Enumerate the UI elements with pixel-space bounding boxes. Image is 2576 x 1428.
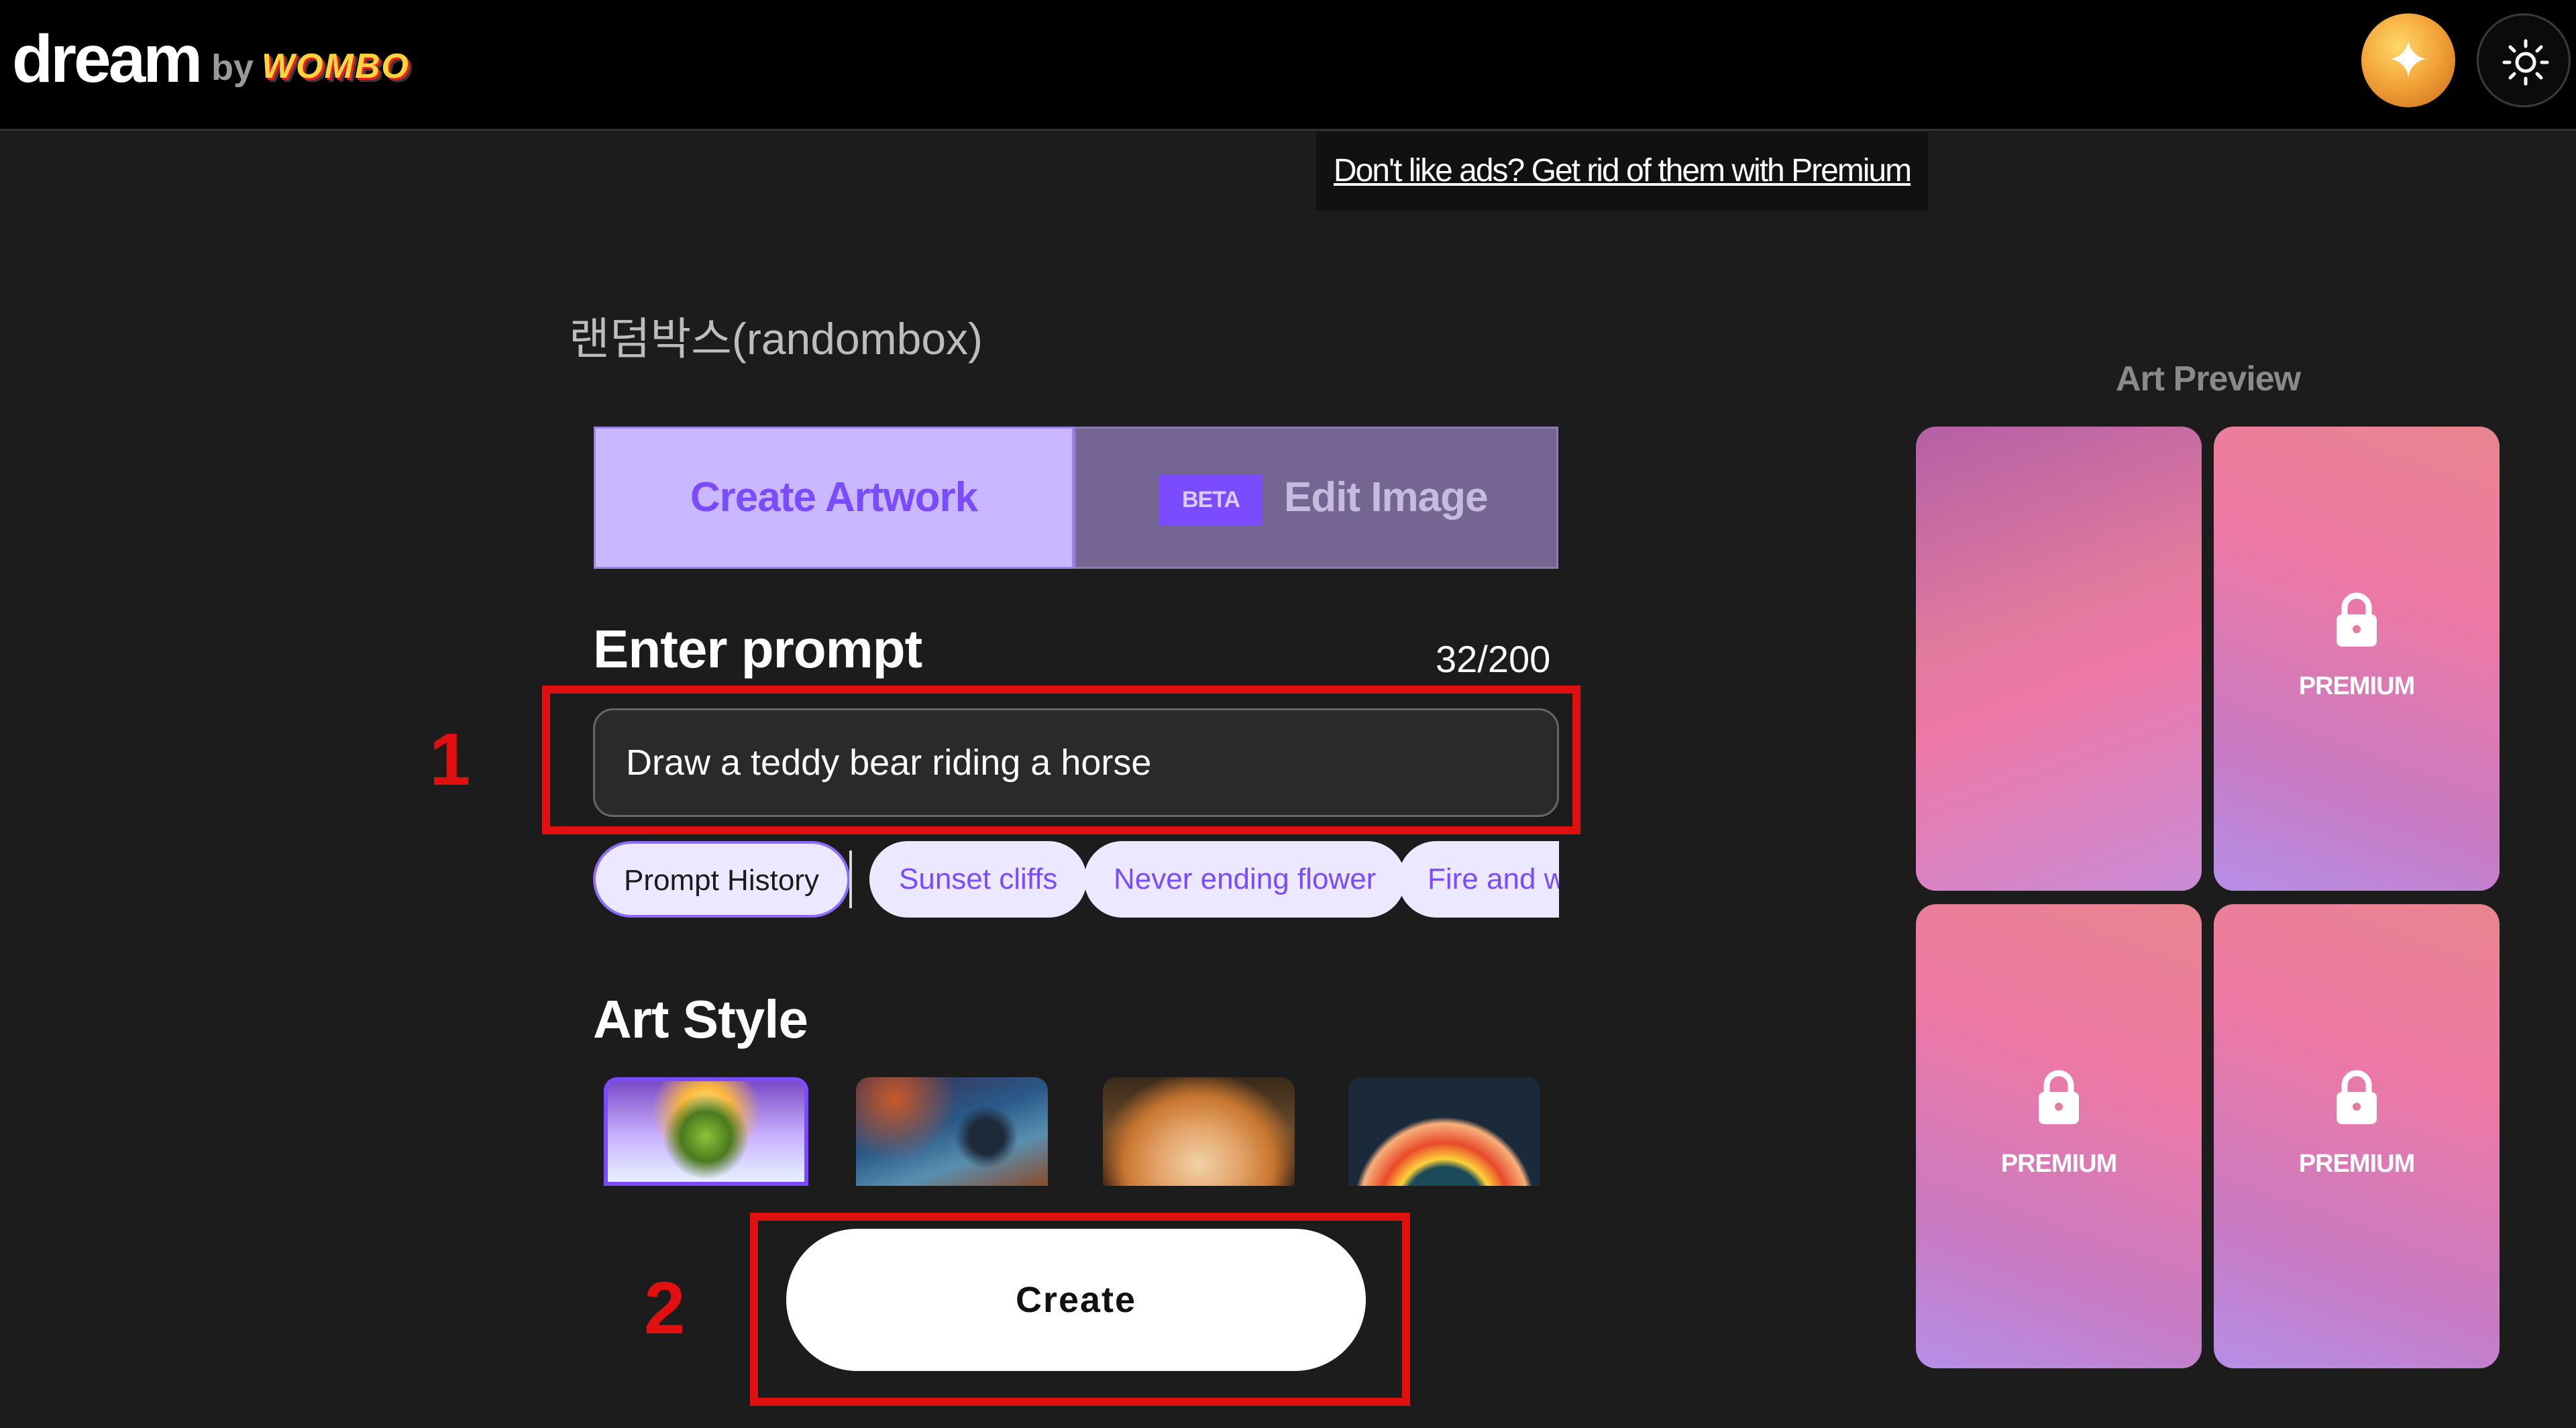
suggestion-chip[interactable]: Sunset cliffs	[869, 841, 1087, 918]
art-style-heading: Art Style	[593, 989, 808, 1049]
art-style-thumbnail[interactable]	[1103, 1077, 1295, 1186]
tab-edit-image[interactable]: BETA Edit Image	[1074, 427, 1558, 569]
avatar[interactable]: ✦	[2361, 13, 2455, 107]
beta-badge: BETA	[1159, 474, 1263, 525]
suggestion-chip[interactable]: Fire and water	[1398, 841, 1559, 918]
preview-card-premium[interactable]: PREMIUM	[2214, 427, 2500, 891]
page-title: 랜덤박스(randombox)	[569, 314, 983, 364]
art-style-thumbnail[interactable]	[1348, 1077, 1540, 1186]
annotation-number-1: 1	[429, 718, 471, 801]
top-header: dream by WOMBO ✦	[0, 0, 2576, 131]
preview-card-premium[interactable]: PREMIUM	[2214, 904, 2500, 1368]
character-counter: 32/200	[1436, 638, 1551, 680]
tab-create-artwork[interactable]: Create Artwork	[594, 427, 1074, 569]
tab-edit-image-label: Edit Image	[1284, 474, 1489, 520]
sun-icon	[2502, 39, 2549, 86]
premium-label: PREMIUM	[2000, 1150, 2117, 1178]
logo-by: by	[211, 48, 254, 88]
art-style-thumbnail[interactable]	[856, 1077, 1048, 1186]
lock-icon	[2214, 592, 2500, 651]
sparkle-icon: ✦	[2385, 30, 2431, 90]
art-preview-heading: Art Preview	[2116, 360, 2301, 398]
suggestion-chip[interactable]: Never ending flower	[1084, 841, 1406, 918]
chip-divider	[849, 850, 852, 908]
lock-icon	[1916, 1069, 2202, 1129]
premium-label: PREMIUM	[2298, 1150, 2415, 1178]
create-button[interactable]: Create	[786, 1229, 1366, 1371]
logo-dream[interactable]: dream	[12, 19, 203, 99]
tab-create-artwork-label: Create Artwork	[690, 474, 978, 520]
prompt-suggestion-chips: Prompt History Sunset cliffs Never endin…	[593, 841, 1559, 920]
theme-toggle-button[interactable]	[2477, 13, 2571, 107]
annotation-number-2: 2	[644, 1267, 686, 1350]
ad-banner: Don't like ads? Get rid of them with Pre…	[1316, 131, 1928, 211]
preview-card[interactable]	[1916, 427, 2202, 891]
logo-wombo: WOMBO	[262, 47, 410, 86]
preview-card-premium[interactable]: PREMIUM	[1916, 904, 2202, 1368]
lock-icon	[2214, 1069, 2500, 1129]
prompt-input[interactable]	[593, 708, 1559, 817]
remove-ads-link[interactable]: Don't like ads? Get rid of them with Pre…	[1316, 131, 1928, 211]
premium-label: PREMIUM	[2298, 672, 2415, 700]
prompt-heading: Enter prompt	[593, 619, 922, 679]
prompt-history-chip[interactable]: Prompt History	[593, 841, 850, 918]
art-style-thumbnail-selected[interactable]	[604, 1077, 808, 1186]
